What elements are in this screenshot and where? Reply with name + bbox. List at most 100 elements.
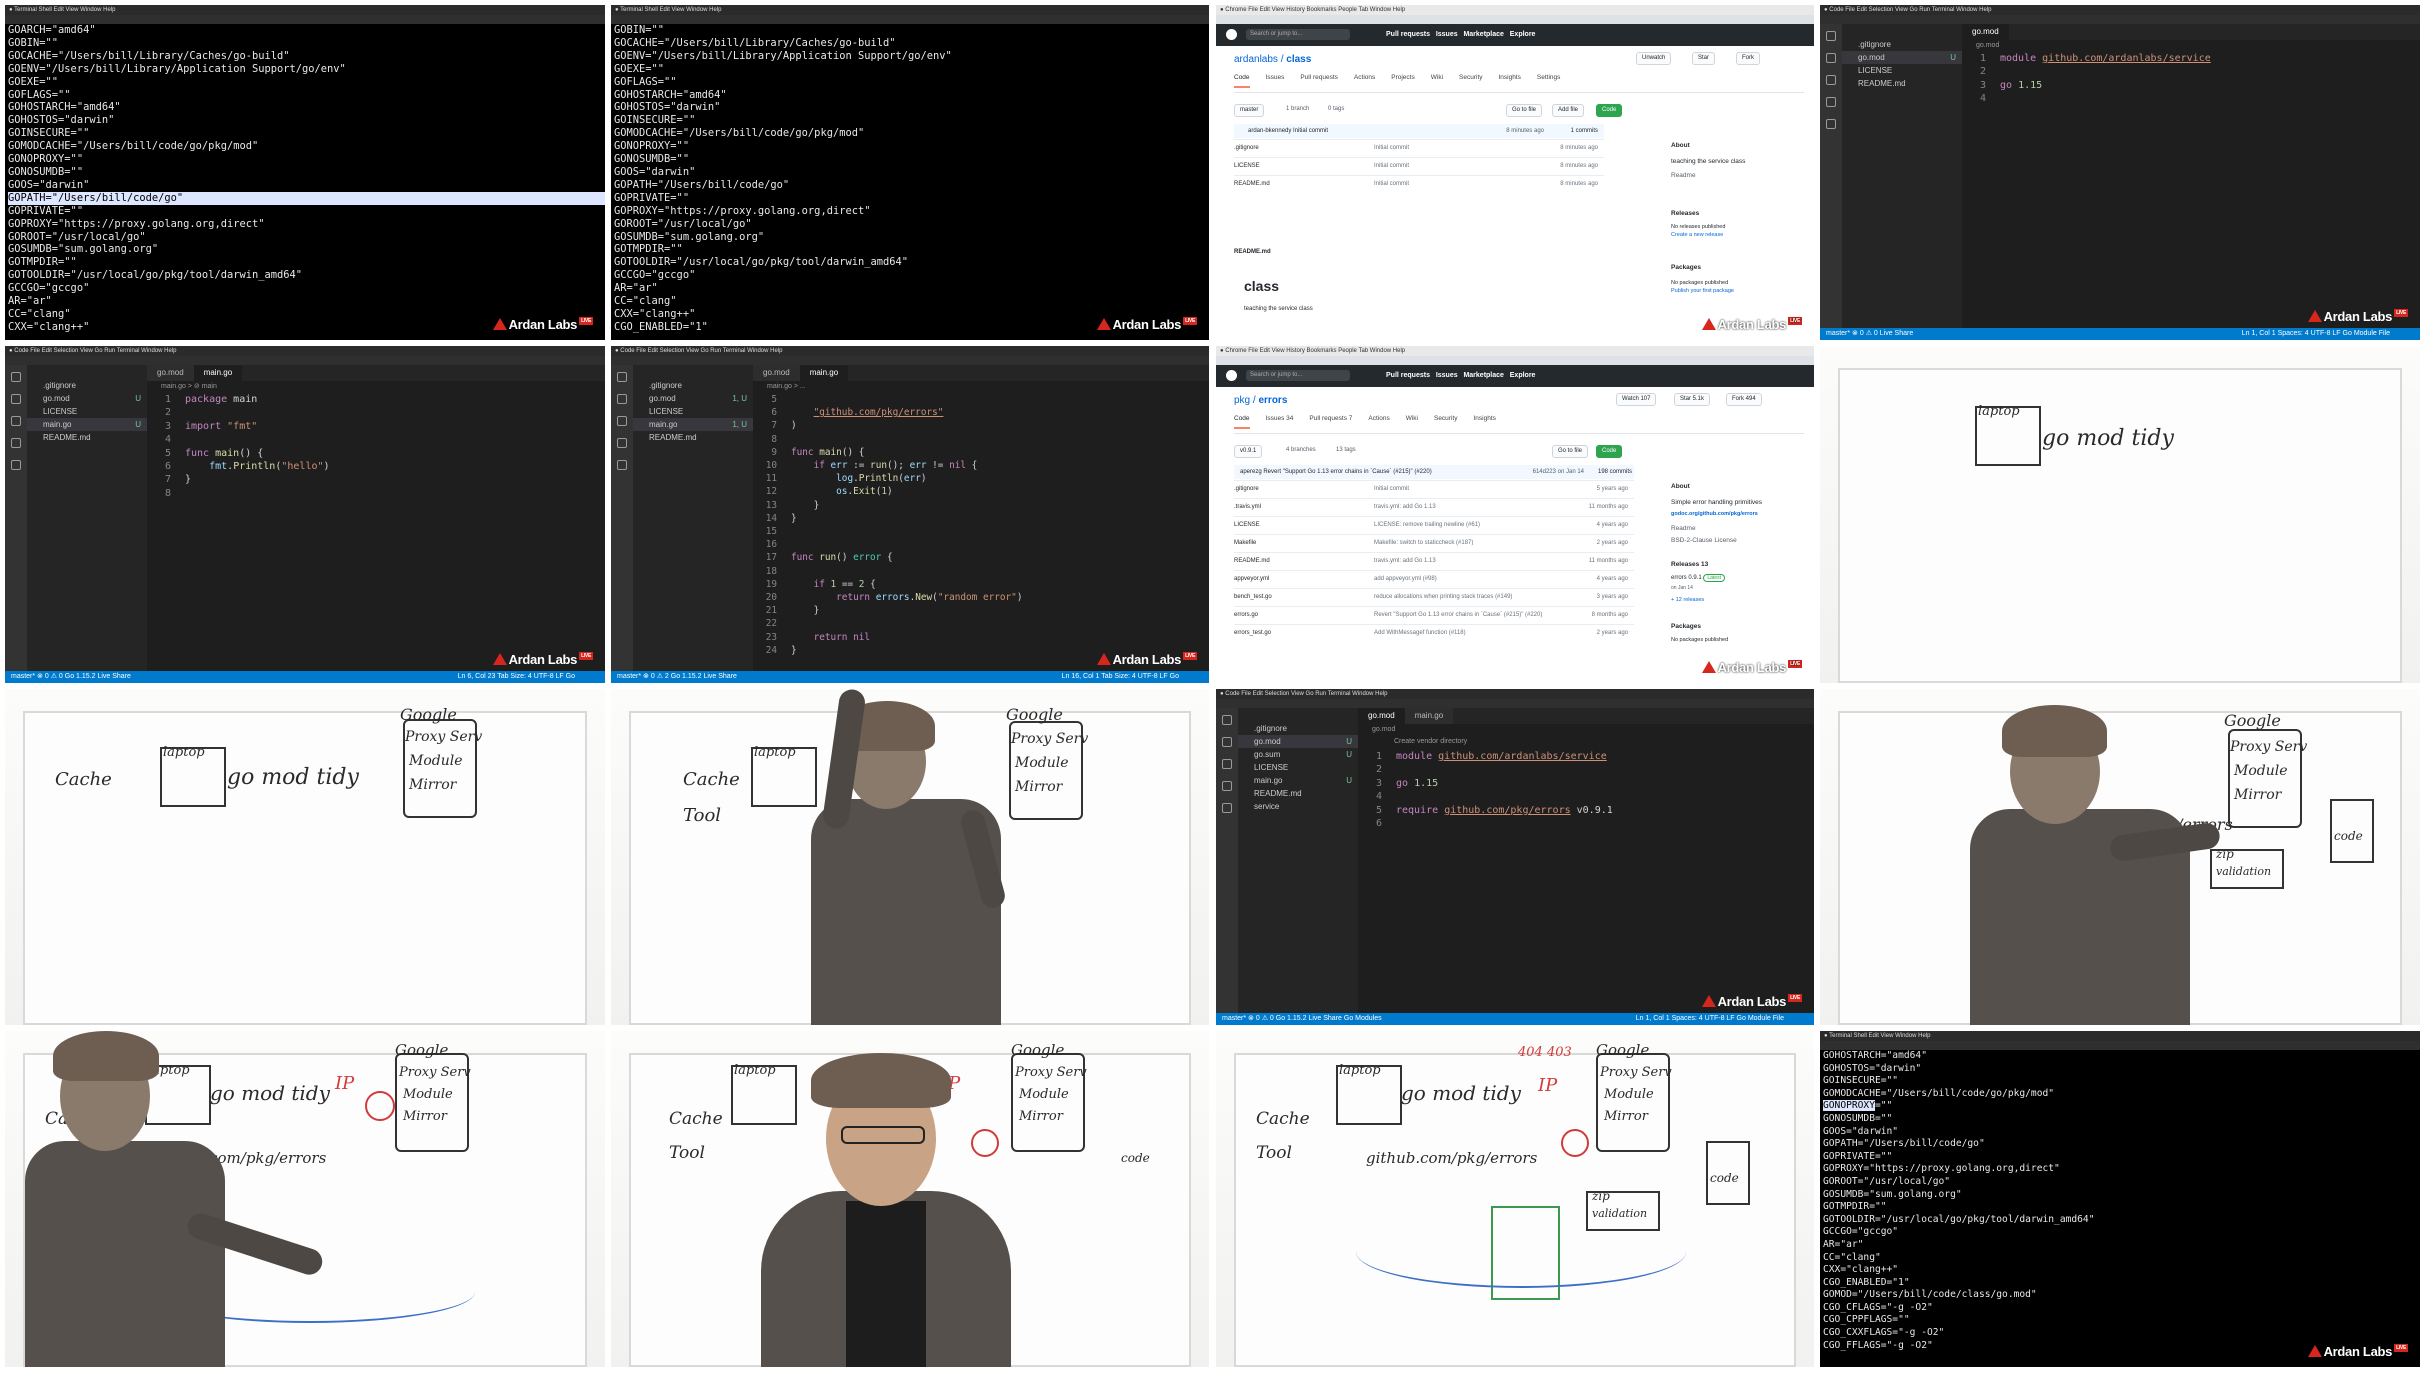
repo-tab[interactable]: Settings <box>1537 74 1561 86</box>
explorer-file[interactable]: README.md <box>1238 787 1358 800</box>
file-row[interactable]: README.md Initial commit 8 minutes ago <box>1234 175 1604 193</box>
file-commit-message[interactable]: Initial commit <box>1374 140 1409 157</box>
github-search-input[interactable]: Search or jump to... <box>1246 29 1350 40</box>
explorer-file[interactable]: go.mod U <box>27 392 147 405</box>
explorer-file[interactable]: main.go U <box>1238 774 1358 787</box>
file-name[interactable]: .travis.yml <box>1234 504 1261 510</box>
file-row[interactable]: LICENSE Initial commit 8 minutes ago <box>1234 157 1604 175</box>
search-icon[interactable] <box>11 394 21 404</box>
status-right[interactable]: Ln 6, Col 23 Tab Size: 4 UTF-8 LF Go <box>458 671 575 683</box>
explorer-icon[interactable] <box>1826 31 1836 41</box>
file-row[interactable]: Makefile Makefile: switch to staticcheck … <box>1234 534 1634 552</box>
nav-pull-requests[interactable]: Pull requests <box>1386 372 1430 379</box>
file-row[interactable]: README.md travis.yml: add Go 1.13 11 month… <box>1234 552 1634 570</box>
file-commit-message[interactable]: Makefile: switch to staticcheck (#187) <box>1374 535 1473 552</box>
file-name[interactable]: .gitignore <box>1234 486 1259 492</box>
explorer-file[interactable]: .gitignore <box>1842 38 1962 51</box>
create-vendor-codelens[interactable]: Create vendor directory <box>1394 738 1467 745</box>
source-control-icon[interactable] <box>11 416 21 426</box>
file-commit-message[interactable]: Initial commit <box>1374 158 1409 175</box>
explorer-file[interactable]: go.mod U <box>1238 735 1358 748</box>
extensions-icon[interactable] <box>1826 119 1836 129</box>
status-right[interactable]: Ln 1, Col 1 Spaces: 4 UTF-8 LF Go Module… <box>1636 1013 1784 1025</box>
explorer-file[interactable]: LICENSE <box>1842 64 1962 77</box>
branch-count[interactable]: 1 branch <box>1286 106 1309 112</box>
repo-tab[interactable]: Issues 34 <box>1266 415 1294 427</box>
search-icon[interactable] <box>1222 737 1232 747</box>
explorer-file[interactable]: main.go U <box>27 418 147 431</box>
run-icon[interactable] <box>1222 781 1232 791</box>
file-commit-message[interactable]: Initial commit <box>1374 176 1409 193</box>
explorer-file[interactable]: README.md <box>27 431 147 444</box>
file-row[interactable]: .gitignore Initial commit 8 minutes ago <box>1234 139 1604 157</box>
repo-owner-link[interactable]: ardanlabs <box>1234 54 1278 65</box>
explorer-file[interactable]: service <box>1238 800 1358 813</box>
nav-issues[interactable]: Issues <box>1436 31 1458 38</box>
readme-link[interactable]: Readme <box>1671 525 1696 532</box>
branch-select[interactable]: master <box>1234 104 1265 117</box>
file-name[interactable]: appveyor.yml <box>1234 576 1269 582</box>
nav-marketplace[interactable]: Marketplace <box>1463 372 1503 379</box>
tab-main-go[interactable]: main.go <box>193 365 243 381</box>
tab-go-mod[interactable]: go.mod <box>753 365 800 381</box>
file-name[interactable]: errors_test.go <box>1234 630 1271 636</box>
code-editor[interactable]: 56 "github.com/pkg/errors" 7) 8 9 func main(… <box>753 393 1209 671</box>
github-search-input[interactable]: Search or jump to... <box>1246 370 1350 381</box>
branch-select[interactable]: v0.9.1 <box>1234 445 1263 458</box>
repo-name-link[interactable]: errors <box>1258 395 1287 406</box>
nav-explore[interactable]: Explore <box>1510 31 1536 38</box>
search-icon[interactable] <box>617 394 627 404</box>
run-icon[interactable] <box>11 438 21 448</box>
status-left[interactable]: master* ⊗ 0 ⚠ 2 Go 1.15.2 Live Share <box>617 673 737 680</box>
file-commit-message[interactable]: add appveyor.yml (#98) <box>1374 571 1437 588</box>
tag-count[interactable]: 13 tags <box>1336 447 1356 453</box>
status-right[interactable]: Ln 16, Col 1 Tab Size: 4 UTF-8 LF Go <box>1062 671 1179 683</box>
repo-name-link[interactable]: class <box>1286 54 1311 65</box>
repo-tab[interactable]: Pull requests <box>1300 74 1338 86</box>
code-editor[interactable]: 1 module github.com/ardanlabs/service 2 3 go… <box>1358 750 1814 1013</box>
repo-tab[interactable]: Wiki <box>1406 415 1418 427</box>
file-row[interactable]: .travis.yml travis.yml: add Go 1.13 11 mon… <box>1234 498 1634 516</box>
github-logo-icon[interactable] <box>1226 370 1237 381</box>
code-download-button[interactable]: Code <box>1596 445 1623 458</box>
repo-tab[interactable]: Code <box>1234 74 1250 88</box>
status-left[interactable]: master* ⊗ 0 ⚠ 0 Live Share <box>1826 330 1913 337</box>
code-editor[interactable]: 1 module github.com/ardanlabs/service 2 3 go… <box>1962 52 2420 328</box>
explorer-file[interactable]: main.go 1, U <box>633 418 753 431</box>
godoc-link[interactable]: godoc.org/github.com/pkg/errors <box>1671 511 1758 517</box>
branch-count[interactable]: 4 branches <box>1286 447 1316 453</box>
repo-tab[interactable]: Projects <box>1391 74 1414 86</box>
run-icon[interactable] <box>617 438 627 448</box>
repo-tab[interactable]: Security <box>1459 74 1482 86</box>
repo-tab[interactable]: Security <box>1434 415 1457 427</box>
license-link[interactable]: BSD-2-Clause License <box>1671 537 1737 544</box>
nav-pull-requests[interactable]: Pull requests <box>1386 31 1430 38</box>
explorer-file[interactable]: LICENSE <box>1238 761 1358 774</box>
file-commit-message[interactable]: reduce allocations when printing stack t… <box>1374 589 1512 606</box>
repo-tab[interactable]: Actions <box>1368 415 1389 427</box>
commit-message[interactable]: aperezg Revert "Support Go 1.13 error ch… <box>1234 469 1432 475</box>
explorer-file[interactable]: LICENSE <box>633 405 753 418</box>
fork-button[interactable]: Fork <box>1736 52 1760 65</box>
star-button[interactable]: Star <box>1692 52 1716 65</box>
file-row[interactable]: errors_test.go Add WithMessagef function … <box>1234 624 1634 642</box>
file-commit-message[interactable]: Initial commit <box>1374 481 1409 498</box>
commit-count[interactable]: 1 commits <box>1571 124 1598 138</box>
file-row[interactable]: bench_test.go reduce allocations when pri… <box>1234 588 1634 606</box>
file-name[interactable]: bench_test.go <box>1234 594 1272 600</box>
file-name[interactable]: LICENSE <box>1234 522 1260 528</box>
file-name[interactable]: .gitignore <box>1234 145 1259 151</box>
explorer-icon[interactable] <box>617 372 627 382</box>
search-icon[interactable] <box>1826 53 1836 63</box>
tab-main-go[interactable]: main.go <box>1404 708 1454 724</box>
explorer-icon[interactable] <box>11 372 21 382</box>
explorer-file[interactable]: go.mod 1, U <box>633 392 753 405</box>
repo-tab[interactable]: Actions <box>1354 74 1375 86</box>
nav-marketplace[interactable]: Marketplace <box>1463 31 1503 38</box>
repo-tab[interactable]: Code <box>1234 415 1250 429</box>
file-row[interactable]: errors.go Revert "Support Go 1.13 error c… <box>1234 606 1634 624</box>
status-right[interactable]: Ln 1, Col 1 Spaces: 4 UTF-8 LF Go Module… <box>2242 328 2390 340</box>
commit-message[interactable]: ardan-bkennedy Initial commit <box>1234 128 1328 134</box>
file-row[interactable]: LICENSE LICENSE: remove trailing newline … <box>1234 516 1634 534</box>
status-left[interactable]: master* ⊗ 0 ⚠ 0 Go 1.15.2 Live Share <box>11 673 131 680</box>
